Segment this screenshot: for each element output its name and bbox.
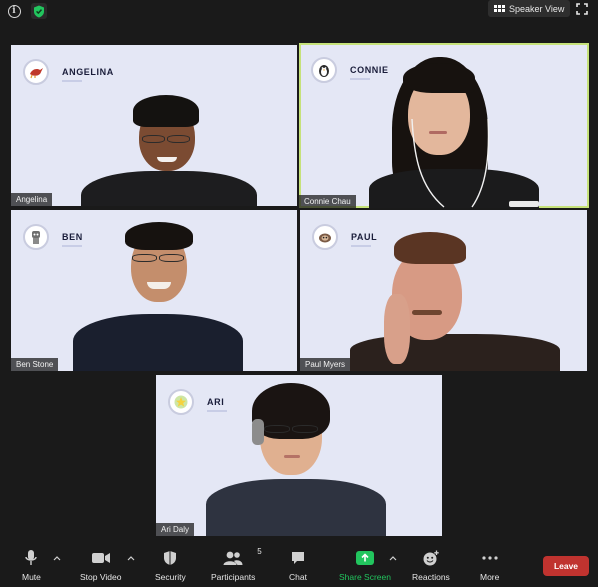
shield-icon — [163, 548, 177, 568]
participant-name-label: Ari Daly — [156, 523, 195, 536]
name-card: CONNIE — [311, 57, 389, 83]
bird-icon — [23, 59, 49, 85]
top-bar: i Speaker View — [0, 0, 598, 22]
microphone-icon — [25, 548, 38, 568]
fullscreen-icon[interactable] — [576, 3, 588, 15]
name-card: BEN — [23, 224, 83, 250]
participant-card-name: ANGELINA — [62, 67, 114, 82]
info-icon[interactable]: i — [6, 3, 22, 19]
share-screen-label: Share Screen — [339, 572, 391, 582]
participant-name-label: Connie Chau — [299, 195, 356, 208]
video-camera-icon — [91, 548, 111, 568]
video-tile-angelina[interactable]: ANGELINA Angelina — [11, 45, 297, 206]
participant-card-name: CONNIE — [350, 65, 389, 80]
grid-icon — [494, 5, 505, 12]
chevron-up-icon[interactable] — [389, 555, 397, 561]
reactions-button[interactable]: Reactions — [412, 548, 450, 582]
shield-check-icon[interactable] — [31, 3, 47, 19]
meeting-toolbar: Mute Stop Video Security 5 Participants … — [0, 542, 598, 587]
video-tile-connie[interactable]: CONNIE Connie Chau — [299, 43, 589, 208]
share-screen-button[interactable]: Share Screen — [339, 548, 391, 582]
name-card: ARI — [168, 389, 228, 415]
participants-icon: 5 — [222, 547, 262, 568]
leave-button[interactable]: Leave — [543, 556, 589, 576]
smiley-icon — [422, 548, 440, 568]
more-label: More — [480, 572, 500, 582]
participant-name-label: Angelina — [11, 193, 53, 206]
participant-name-label: Ben Stone — [11, 358, 59, 371]
chat-label: Chat — [289, 572, 307, 582]
sloth-icon — [312, 224, 338, 250]
participant-card-name: ARI — [207, 397, 228, 412]
video-tile-ari[interactable]: ARI Ari Daly — [156, 375, 442, 536]
star-icon — [168, 389, 194, 415]
chevron-up-icon[interactable] — [127, 555, 135, 561]
speaker-view-label: Speaker View — [509, 3, 565, 14]
security-button[interactable]: Security — [155, 548, 186, 582]
chat-button[interactable]: Chat — [289, 548, 307, 582]
chat-icon — [290, 548, 306, 568]
participants-label: Participants — [211, 572, 256, 582]
mute-label: Mute — [22, 572, 41, 582]
participants-count: 5 — [257, 547, 262, 556]
name-card: ANGELINA — [23, 59, 114, 85]
share-screen-icon — [355, 551, 374, 565]
participants-button[interactable]: 5 Participants — [211, 547, 262, 582]
robot-icon — [23, 224, 49, 250]
stop-video-label: Stop Video — [80, 572, 122, 582]
video-tile-paul[interactable]: PAUL Paul Myers — [300, 210, 587, 371]
participant-name-label: Paul Myers — [300, 358, 351, 371]
participant-card-name: PAUL — [351, 232, 378, 247]
security-label: Security — [155, 572, 186, 582]
more-button[interactable]: More — [480, 548, 499, 582]
speaker-view-button[interactable]: Speaker View — [488, 0, 571, 17]
name-card: PAUL — [312, 224, 377, 250]
mute-button[interactable]: Mute — [22, 548, 41, 582]
participant-card-name: BEN — [62, 232, 83, 247]
stop-video-button[interactable]: Stop Video — [80, 548, 121, 582]
chevron-up-icon[interactable] — [53, 555, 61, 561]
more-dots-icon — [481, 548, 499, 568]
penguin-icon — [311, 57, 337, 83]
video-tile-ben[interactable]: BEN Ben Stone — [11, 210, 297, 371]
reactions-label: Reactions — [412, 572, 450, 582]
